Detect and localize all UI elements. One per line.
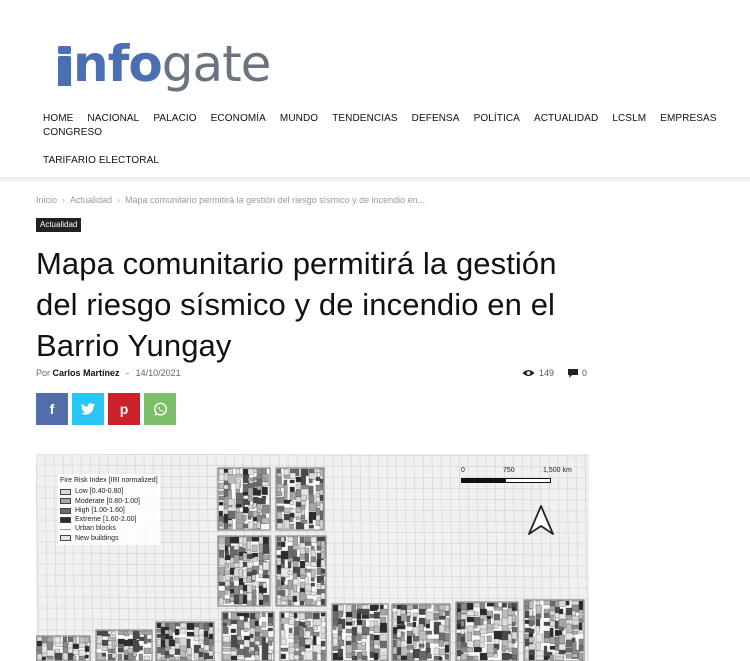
breadcrumb-current: Mapa comunitario permitirá la gestión de… bbox=[125, 195, 426, 205]
facebook-share-button[interactable]: f bbox=[36, 393, 68, 425]
comments-count[interactable]: 0 bbox=[568, 368, 587, 378]
twitter-icon bbox=[81, 403, 95, 415]
article-featured-map: Fire Risk Index [IRI normalized] Low [0.… bbox=[36, 454, 589, 661]
nav-item-nacional[interactable]: NACIONAL bbox=[87, 112, 139, 126]
share-buttons: f p bbox=[36, 393, 180, 425]
legend-item-low: Low [0.40-0.80] bbox=[60, 487, 158, 496]
publish-date: 14/10/2021 bbox=[135, 368, 181, 378]
legend-item-new-buildings: New buildings bbox=[60, 534, 158, 543]
whatsapp-icon bbox=[153, 402, 167, 416]
nav-item-politica[interactable]: POLÍTICA bbox=[474, 112, 520, 126]
views-value: 149 bbox=[539, 368, 555, 378]
legend-item-urban-blocks: Urban blocks bbox=[60, 524, 158, 533]
main-nav: HOME NACIONAL PALACIO ECONOMÍA MUNDO TEN… bbox=[43, 112, 743, 140]
comment-icon bbox=[568, 368, 579, 378]
main-nav-row2: TARIFARIO ELECTORAL bbox=[43, 150, 173, 168]
legend-item-extreme: Extreme [1.60-2.00] bbox=[60, 515, 158, 524]
logo-text-gray: gate bbox=[161, 35, 272, 93]
breadcrumb-home[interactable]: Inicio bbox=[36, 195, 57, 205]
map-legend: Fire Risk Index [IRI normalized] Low [0.… bbox=[58, 474, 160, 546]
meta-dash: - bbox=[126, 368, 130, 378]
nav-item-mundo[interactable]: MUNDO bbox=[280, 112, 318, 126]
pinterest-icon: p bbox=[119, 401, 129, 417]
site-logo[interactable]: nfo gate bbox=[58, 26, 272, 93]
breadcrumb: Inicio › Actualidad › Mapa comunitario permi… bbox=[36, 195, 425, 205]
nav-item-defensa[interactable]: DEFENSA bbox=[412, 112, 460, 126]
facebook-icon: f bbox=[49, 401, 55, 417]
nav-item-empresas[interactable]: EMPRESAS bbox=[660, 112, 716, 126]
breadcrumb-separator: › bbox=[117, 195, 121, 205]
north-arrow-icon bbox=[528, 505, 554, 535]
legend-item-moderate: Moderate [0.80-1.00] bbox=[60, 497, 158, 506]
nav-item-congreso[interactable]: CONGRESO bbox=[43, 126, 102, 140]
breadcrumb-separator: › bbox=[62, 195, 66, 205]
nav-item-home[interactable]: HOME bbox=[43, 112, 73, 126]
map-scale-bar: 0 750 1,500 km bbox=[461, 467, 589, 483]
article-title: Mapa comunitario permitirá la gestión de… bbox=[36, 246, 557, 363]
nav-item-economia[interactable]: ECONOMÍA bbox=[211, 112, 266, 126]
whatsapp-share-button[interactable] bbox=[144, 393, 176, 425]
scale-label-0: 0 bbox=[461, 467, 465, 474]
logo-text-blue: nfo bbox=[73, 35, 163, 93]
nav-item-tarifario-electoral[interactable]: TARIFARIO ELECTORAL bbox=[43, 155, 159, 166]
legend-item-high: High [1.00-1.60] bbox=[60, 506, 158, 515]
header-divider bbox=[0, 177, 750, 183]
views-count: 149 bbox=[522, 368, 554, 378]
nav-item-palacio[interactable]: PALACIO bbox=[153, 112, 196, 126]
breadcrumb-section[interactable]: Actualidad bbox=[70, 195, 112, 205]
nav-item-actualidad[interactable]: ACTUALIDAD bbox=[534, 112, 598, 126]
scale-label-1500: 1,500 km bbox=[543, 467, 572, 474]
eye-icon bbox=[522, 370, 535, 376]
by-label: Por bbox=[36, 368, 51, 378]
twitter-share-button[interactable] bbox=[72, 393, 104, 425]
scale-label-750: 750 bbox=[503, 467, 515, 474]
article-stats: 149 0 bbox=[522, 368, 601, 378]
category-badge[interactable]: Actualidad bbox=[36, 218, 82, 232]
logo-i-glyph bbox=[58, 46, 71, 86]
nav-item-tendencias[interactable]: TENDENCIAS bbox=[332, 112, 397, 126]
legend-title: Fire Risk Index [IRI normalized] bbox=[60, 477, 158, 484]
author-link[interactable]: Carlos Martínez bbox=[53, 368, 120, 378]
comments-value: 0 bbox=[582, 368, 588, 378]
nav-item-lcslm[interactable]: LCSLM bbox=[612, 112, 646, 126]
pinterest-share-button[interactable]: p bbox=[108, 393, 140, 425]
article-meta: Por Carlos Martínez - 14/10/2021 bbox=[36, 368, 181, 378]
